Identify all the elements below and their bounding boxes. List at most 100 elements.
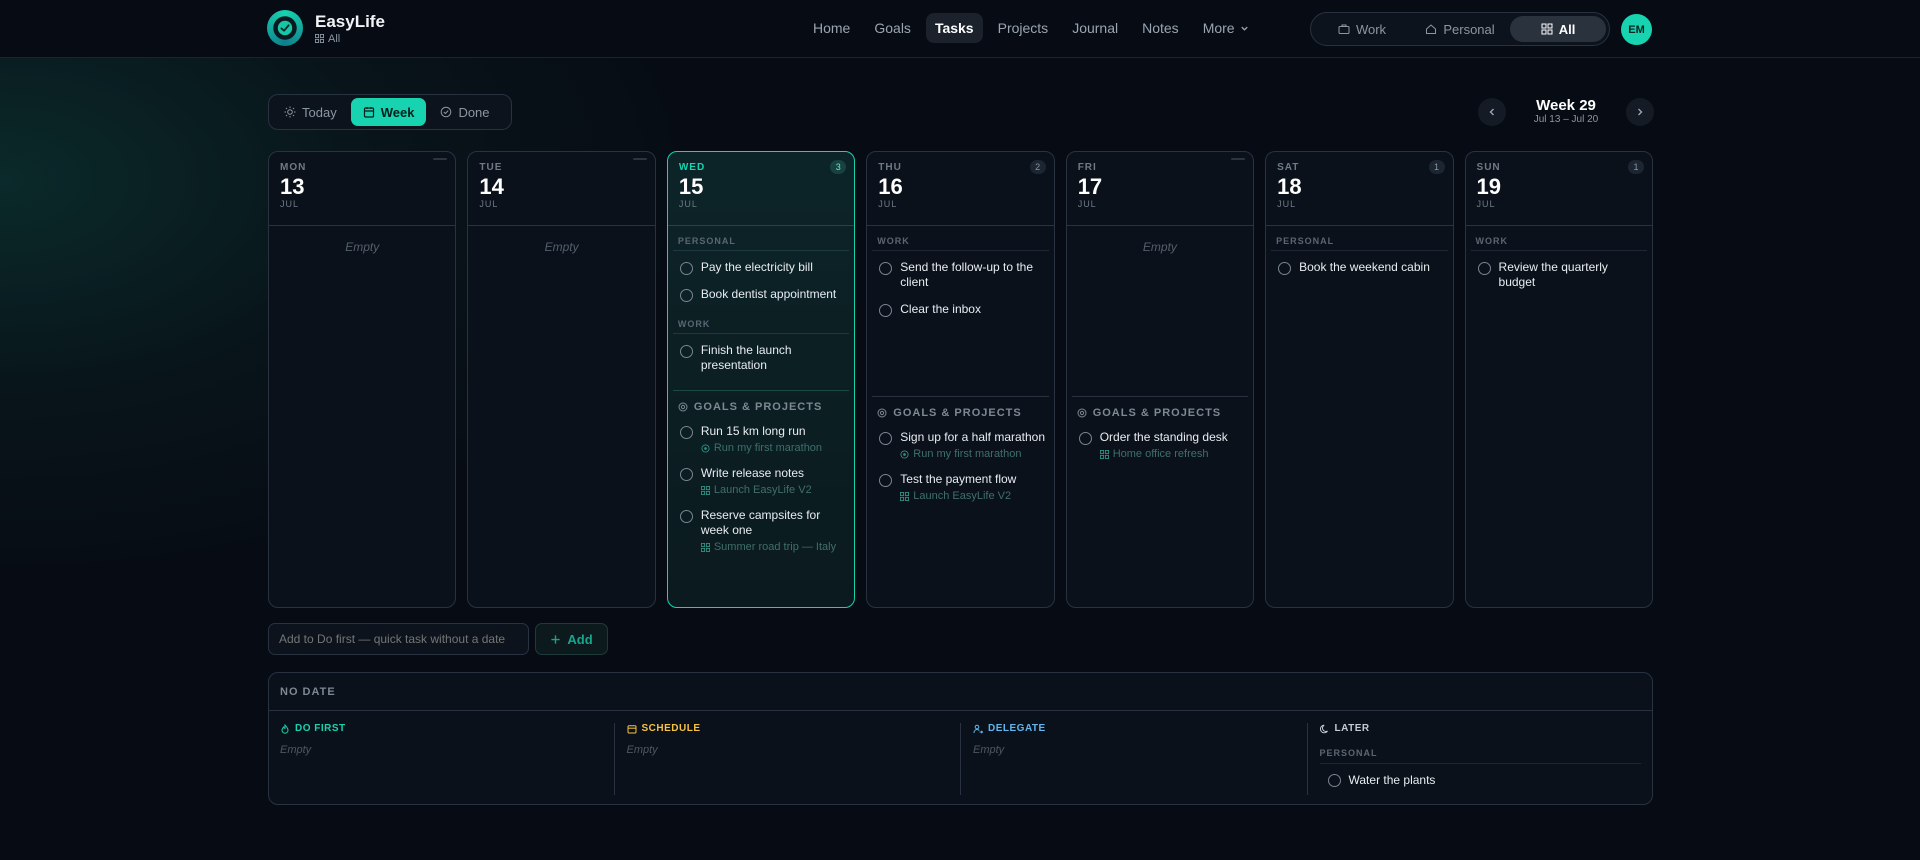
task-checkbox[interactable]	[879, 304, 893, 317]
add-button[interactable]: Add	[535, 623, 608, 655]
nav-goals[interactable]: Goals	[865, 13, 920, 43]
day-column-wed[interactable]: WED 15 JUL 3 PERSONAL Pay the electricit…	[666, 151, 856, 608]
quadrant-label: LATER	[1334, 723, 1370, 734]
task-item[interactable]: Order the standing desk Home office refr…	[1067, 421, 1253, 463]
task-item[interactable]: Finish the launch presentation	[668, 334, 854, 376]
day-weekday: TUE	[479, 162, 503, 173]
count-indicator	[433, 158, 448, 160]
task-count-badge: 1	[1428, 160, 1445, 174]
task-item[interactable]: Water the plants	[1320, 764, 1642, 796]
task-checkbox[interactable]	[679, 510, 693, 523]
project-icon	[700, 485, 710, 495]
day-month: JUL	[479, 199, 499, 209]
nav-tasks[interactable]: Tasks	[925, 13, 983, 43]
task-item[interactable]: Test the payment flow Launch EasyLife V2	[867, 463, 1053, 505]
check-circle-icon	[441, 106, 452, 118]
brand[interactable]: EasyLife All	[267, 10, 385, 46]
chevron-left-icon	[1489, 108, 1494, 116]
quadrant-label: DO FIRST	[295, 723, 346, 734]
week-title: Week 29	[1536, 97, 1596, 114]
day-number: 14	[479, 174, 504, 199]
task-checkbox[interactable]	[679, 345, 693, 358]
task-item[interactable]: Book dentist appointment	[668, 278, 854, 305]
day-number: 17	[1077, 174, 1103, 199]
add-button-label: Add	[567, 631, 593, 647]
task-checkbox[interactable]	[1278, 262, 1292, 275]
nav-journal[interactable]: Journal	[1063, 13, 1127, 43]
count-indicator	[1231, 158, 1246, 160]
next-week-button[interactable]	[1626, 98, 1654, 126]
scope-personal-button[interactable]: Personal	[1412, 16, 1508, 42]
week-range: Jul 13 – Jul 20	[1533, 114, 1599, 125]
nav-notes[interactable]: Notes	[1133, 13, 1188, 43]
project-icon	[700, 542, 710, 552]
task-item[interactable]: Send the follow-up to the client	[867, 251, 1053, 293]
task-checkbox[interactable]	[679, 468, 693, 481]
quadrant-do-first[interactable]: DO FIRST Empty	[280, 723, 615, 795]
task-item[interactable]: Pay the electricity bill	[668, 251, 854, 278]
task-checkbox[interactable]	[879, 474, 893, 487]
flame-icon	[281, 723, 289, 734]
scope-personal-label: Personal	[1443, 21, 1495, 37]
task-item[interactable]: Clear the inbox	[867, 293, 1053, 320]
task-checkbox[interactable]	[1327, 773, 1341, 787]
day-number: 19	[1476, 174, 1502, 199]
day-column-thu[interactable]: THU 16 JUL 2 WORK Send the follow-up to …	[866, 151, 1055, 608]
task-goal-link: Run my first marathon	[713, 442, 823, 454]
main-nav: Home Goals Tasks Projects Journal Notes …	[804, 13, 1258, 43]
task-checkbox[interactable]	[679, 262, 693, 275]
section-label-work: WORK	[672, 309, 850, 334]
empty-state: Empty	[345, 240, 380, 254]
app-logo-icon	[267, 10, 303, 46]
task-checkbox[interactable]	[1477, 262, 1491, 275]
task-item[interactable]: Review the quarterly budget	[1466, 251, 1652, 293]
task-checkbox[interactable]	[1078, 432, 1092, 445]
prev-week-button[interactable]	[1478, 98, 1506, 126]
task-item[interactable]: Reserve campsites for week one Summer ro…	[668, 499, 854, 556]
empty-state: Empty	[626, 744, 658, 756]
nav-more[interactable]: More	[1194, 13, 1258, 43]
day-column-fri[interactable]: FRI 17 JUL Empty GOALS & PROJECTS Order …	[1065, 151, 1255, 608]
quick-add-input[interactable]	[268, 623, 529, 655]
day-column-mon[interactable]: MON 13 JUL Empty	[268, 151, 457, 608]
quadrant-schedule[interactable]: SCHEDULE Empty	[626, 723, 961, 795]
view-toggle: Today Week Done	[268, 94, 512, 130]
quadrant-later[interactable]: LATER PERSONAL Water the plants	[1319, 723, 1642, 796]
task-item[interactable]: Write release notes Launch EasyLife V2	[668, 457, 854, 499]
goals-projects-label: GOALS & PROJECTS	[693, 401, 823, 413]
day-header: WED 15 JUL 3	[667, 152, 855, 226]
grid-icon	[315, 34, 324, 43]
day-weekday: WED	[678, 162, 706, 173]
task-checkbox[interactable]	[879, 432, 893, 445]
task-checkbox[interactable]	[679, 426, 693, 439]
nav-projects[interactable]: Projects	[989, 13, 1058, 43]
quadrant-label: DELEGATE	[988, 723, 1046, 734]
day-column-tue[interactable]: TUE 14 JUL Empty	[467, 151, 656, 608]
day-weekday: THU	[878, 162, 902, 173]
goal-icon	[701, 443, 710, 453]
scope-all-button[interactable]: All	[1510, 16, 1606, 42]
task-title: Book the weekend cabin	[1299, 260, 1430, 274]
view-done-button[interactable]: Done	[428, 98, 501, 126]
day-column-sun[interactable]: SUN 19 JUL 1 WORK Review the quarterly b…	[1464, 151, 1653, 608]
quadrant-delegate[interactable]: DELEGATE Empty	[973, 723, 1308, 795]
task-checkbox[interactable]	[679, 289, 693, 302]
day-column-sat[interactable]: SAT 18 JUL 1 PERSONAL Book the weekend c…	[1265, 151, 1454, 608]
calendar-icon	[363, 107, 374, 118]
task-checkbox[interactable]	[879, 262, 893, 275]
calendar-icon	[627, 724, 636, 733]
task-item[interactable]: Sign up for a half marathon Run my first…	[867, 421, 1053, 463]
task-item[interactable]: Run 15 km long run Run my first marathon	[668, 415, 854, 457]
empty-state: Empty	[544, 240, 579, 254]
view-week-button[interactable]: Week	[350, 98, 427, 126]
day-number: 18	[1277, 174, 1302, 199]
scope-work-button[interactable]: Work	[1314, 16, 1410, 42]
home-icon	[1426, 24, 1437, 34]
project-icon	[900, 491, 910, 501]
section-label-personal: PERSONAL	[1271, 226, 1448, 251]
task-item[interactable]: Book the weekend cabin	[1266, 251, 1452, 278]
day-month: JUL	[1476, 199, 1496, 209]
view-today-button[interactable]: Today	[272, 98, 349, 126]
nav-home[interactable]: Home	[804, 13, 859, 43]
user-avatar[interactable]: EM	[1621, 14, 1652, 45]
